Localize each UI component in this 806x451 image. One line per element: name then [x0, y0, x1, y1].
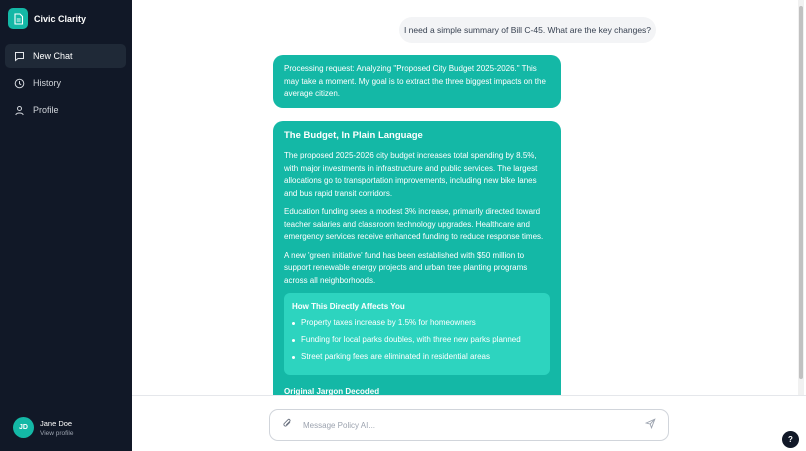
view-profile-link[interactable]: View profile — [40, 430, 73, 437]
summary-title: The Budget, In Plain Language — [284, 130, 423, 141]
user-name: Jane Doe — [40, 418, 73, 428]
sidebar-nav: New Chat History Profile — [5, 44, 126, 125]
impact-item: Property taxes increase by 1.5% for home… — [292, 318, 542, 328]
impact-item-text: Funding for local parks doubles, with th… — [301, 335, 521, 344]
bullet-icon — [292, 338, 295, 342]
help-button[interactable]: ? — [782, 431, 799, 448]
sidebar-item-label: History — [33, 78, 62, 88]
assistant-summary-message: The Budget, In Plain Language The propos… — [273, 121, 561, 395]
summary-paragraph: Education funding sees a modest 3% incre… — [284, 207, 544, 241]
sidebar-item-history[interactable]: History — [5, 71, 126, 95]
bullet-icon — [292, 321, 295, 325]
next-section-title: Original Jargon Decoded — [284, 387, 380, 395]
sidebar-item-new-chat[interactable]: New Chat — [5, 44, 126, 68]
sidebar: Civic Clarity New Chat History Profile J… — [0, 0, 132, 451]
app-name: Civic Clarity — [34, 13, 87, 24]
impact-list: Property taxes increase by 1.5% for home… — [292, 318, 542, 362]
sidebar-item-label: New Chat — [33, 51, 73, 61]
impact-box: How This Directly Affects You Property t… — [284, 293, 550, 375]
summary-paragraph: The proposed 2025-2026 city budget incre… — [284, 151, 538, 198]
impact-item-text: Property taxes increase by 1.5% for home… — [301, 318, 476, 327]
chat-thread: I need a simple summary of Bill C-45. Wh… — [132, 0, 798, 395]
user-icon — [13, 104, 25, 116]
scrollbar-thumb[interactable] — [799, 6, 803, 379]
send-icon[interactable] — [644, 416, 656, 434]
sidebar-item-label: Profile — [33, 105, 59, 115]
avatar: JD — [13, 417, 34, 438]
impact-item: Street parking fees are eliminated in re… — [292, 352, 542, 362]
paperclip-icon[interactable] — [282, 416, 293, 434]
chat-bubble-icon — [13, 50, 25, 62]
brand[interactable]: Civic Clarity — [8, 8, 86, 29]
user-profile[interactable]: JD Jane Doe View profile — [13, 417, 73, 438]
assistant-processing-message: Processing request: Analyzing "Proposed … — [273, 55, 561, 108]
impact-item: Funding for local parks doubles, with th… — [292, 335, 542, 345]
document-icon — [8, 8, 28, 29]
summary-paragraph: A new 'green initiative' fund has been e… — [284, 250, 528, 285]
bullet-icon — [292, 355, 295, 359]
sidebar-item-profile[interactable]: Profile — [5, 98, 126, 122]
user-info: Jane Doe View profile — [40, 419, 73, 437]
impact-item-text: Street parking fees are eliminated in re… — [301, 352, 490, 361]
composer-area: ? — [132, 395, 806, 451]
clock-icon — [13, 77, 25, 89]
main-panel: I need a simple summary of Bill C-45. Wh… — [132, 0, 806, 451]
impact-title: How This Directly Affects You — [292, 302, 405, 311]
chat-scrollbar[interactable] — [798, 0, 804, 395]
message-composer — [269, 409, 669, 441]
message-input[interactable] — [303, 420, 645, 430]
user-message: I need a simple summary of Bill C-45. Wh… — [399, 17, 656, 43]
